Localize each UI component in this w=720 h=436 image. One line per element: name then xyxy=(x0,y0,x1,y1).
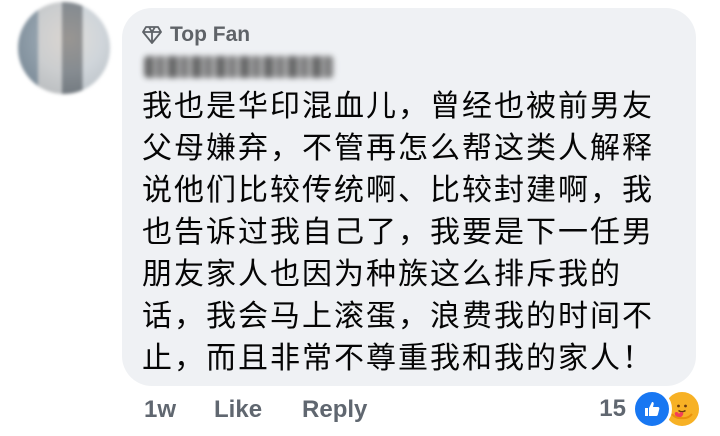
avatar-blur xyxy=(18,2,110,94)
comment-timestamp[interactable]: 1w xyxy=(144,396,176,424)
comment-actions: 1w Like Reply xyxy=(144,393,367,427)
comment-text: 我也是华印混血儿，曾经也被前男友 父母嫌弃，不管再怎么帮这类人解释 说他们比较传… xyxy=(142,86,682,380)
commenter-name-redacted[interactable] xyxy=(144,56,334,78)
comment-line: 父母嫌弃，不管再怎么帮这类人解释 xyxy=(142,131,654,166)
diamond-icon xyxy=(142,26,162,44)
comment-line: 我也是华印混血儿，曾经也被前男友 xyxy=(142,89,654,124)
like-icon xyxy=(632,389,672,429)
comment-line: 说他们比较传统啊、比较封建啊，我 xyxy=(142,173,654,208)
reaction-count: 15 xyxy=(599,395,626,422)
comment-line: 止，而且非常不尊重我和我的家人！ xyxy=(142,341,654,376)
comment-line: 朋友家人也因为种族这么排斥我的 xyxy=(142,257,622,292)
badge-label: Top Fan xyxy=(170,23,251,46)
reply-button[interactable]: Reply xyxy=(302,396,367,424)
commenter-avatar[interactable] xyxy=(18,2,110,94)
reactions-summary[interactable]: 15 xyxy=(599,389,702,429)
comment-line: 也告诉过我自己了，我要是下一任男 xyxy=(142,215,654,250)
comment-line: 话，我会马上滚蛋，浪费我的时间不 xyxy=(142,299,654,334)
like-button[interactable]: Like xyxy=(214,396,262,424)
top-fan-badge[interactable]: Top Fan xyxy=(142,22,250,48)
